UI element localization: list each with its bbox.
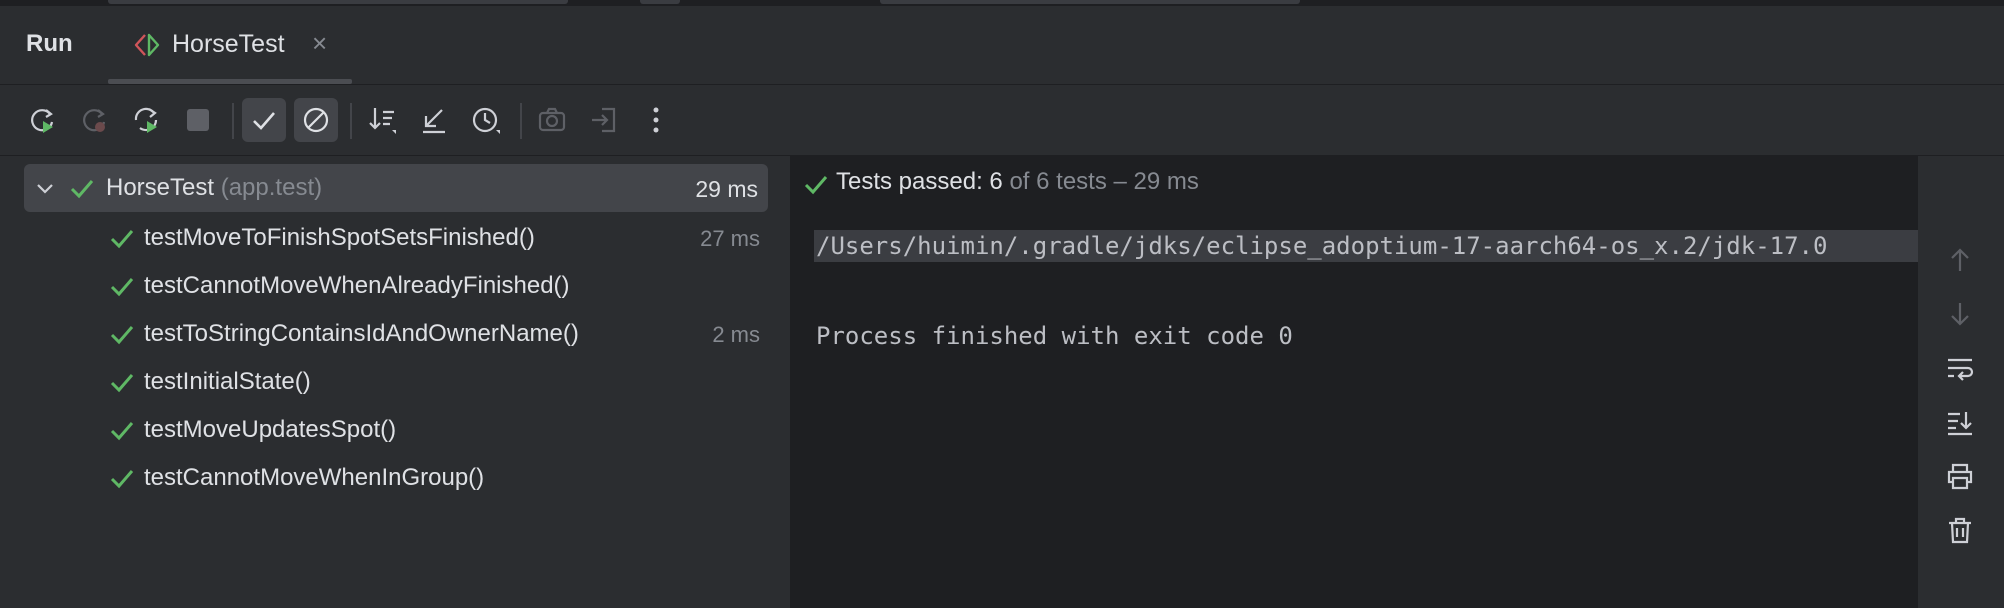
scroll-to-end-button[interactable] — [1936, 400, 1984, 444]
tab-title: HorseTest — [172, 30, 285, 58]
test-name: testMoveToFinishSpotSetsFinished() — [144, 224, 535, 251]
toggle-auto-test-button[interactable] — [124, 98, 168, 142]
console-toolbar — [1918, 156, 2004, 608]
console-line-exit[interactable]: Process finished with exit code 0 — [816, 322, 1293, 350]
test-status-bar: Tests passed: 6 of 6 tests – 29 ms — [792, 156, 2004, 214]
run-tool-window-header: Run HorseTest × — [0, 6, 2004, 85]
print-icon — [1947, 463, 1973, 490]
toolbar-separator — [520, 103, 522, 139]
test-name: testMoveUpdatesSpot() — [144, 416, 397, 443]
check-icon — [110, 470, 134, 489]
arrow-down-icon — [1951, 303, 1969, 326]
root-test-name: HorseTest (app.test) — [106, 174, 323, 201]
trash-icon — [1949, 517, 1971, 544]
camera-icon — [538, 107, 566, 132]
check-icon — [110, 374, 134, 393]
toolbar-separator — [350, 103, 352, 139]
history-icon — [472, 107, 500, 134]
run-config-icon — [134, 33, 160, 57]
test-duration: 2 ms — [712, 322, 760, 347]
soft-wrap-icon — [1948, 358, 1974, 381]
scroll-up-button[interactable] — [1936, 238, 1984, 282]
collapse-icon — [423, 109, 445, 134]
rerun-button[interactable] — [20, 98, 64, 142]
stop-icon — [187, 109, 209, 131]
sort-icon — [369, 108, 396, 134]
check-icon — [110, 326, 134, 345]
close-icon[interactable]: × — [312, 30, 327, 56]
toggle-auto-test-icon — [134, 107, 158, 133]
show-passed-toggle[interactable] — [242, 98, 286, 142]
check-icon — [70, 180, 94, 199]
console-line-command[interactable]: /Users/huimin/.gradle/jdks/eclipse_adopt… — [814, 230, 1972, 262]
rerun-failed-button[interactable] — [72, 98, 116, 142]
sort-button[interactable] — [360, 98, 404, 142]
import-icon — [592, 107, 616, 133]
check-icon — [110, 230, 134, 249]
test-name: testCannotMoveWhenInGroup() — [144, 464, 485, 491]
rerun-failed-icon — [83, 109, 106, 132]
check-icon — [110, 422, 134, 441]
arrow-up-icon — [1951, 248, 1969, 271]
check-icon — [804, 176, 828, 195]
run-panel-title: Run — [26, 30, 73, 57]
console-output[interactable]: Tests passed: 6 of 6 tests – 29 ms /User… — [792, 156, 2004, 608]
test-results-tree: HorseTest (app.test) 29 ms testMoveToFin… — [0, 156, 792, 608]
test-name: testToStringContainsIdAndOwnerName() — [144, 320, 579, 347]
tab-horsetest[interactable]: HorseTest × — [108, 6, 352, 84]
run-toolbar — [0, 85, 2004, 156]
export-snapshot-button[interactable] — [530, 98, 574, 142]
chevron-down-icon[interactable] — [34, 177, 56, 199]
tree-item-test-0[interactable]: testMoveToFinishSpotSetsFinished() 27 ms — [0, 214, 790, 262]
stop-button[interactable] — [176, 98, 220, 142]
tab-selected-indicator — [108, 79, 352, 84]
rerun-icon — [31, 109, 54, 133]
test-name: testCannotMoveWhenAlreadyFinished() — [144, 272, 570, 299]
tree-item-test-1[interactable]: testCannotMoveWhenAlreadyFinished() — [0, 262, 790, 310]
tree-item-test-4[interactable]: testMoveUpdatesSpot() — [0, 406, 790, 454]
clear-all-button[interactable] — [1936, 508, 1984, 552]
tree-item-test-5[interactable]: testCannotMoveWhenInGroup() — [0, 454, 790, 502]
print-button[interactable] — [1936, 454, 1984, 498]
show-ignored-toggle[interactable] — [294, 98, 338, 142]
scroll-down-button[interactable] — [1936, 292, 1984, 336]
scroll-to-end-icon — [1948, 412, 1972, 436]
toolbar-separator — [232, 103, 234, 139]
test-duration: 27 ms — [700, 226, 760, 251]
test-history-button[interactable] — [464, 98, 508, 142]
collapse-all-button[interactable] — [412, 98, 456, 142]
tree-item-test-2[interactable]: testToStringContainsIdAndOwnerName() 2 m… — [0, 310, 790, 358]
tree-item-test-3[interactable]: testInitialState() — [0, 358, 790, 406]
check-icon — [110, 278, 134, 297]
show-ignored-icon — [303, 107, 329, 133]
more-options-button[interactable] — [634, 98, 678, 142]
test-status-message: Tests passed: 6 of 6 tests – 29 ms — [836, 168, 1199, 195]
tree-root-horsetest[interactable]: HorseTest (app.test) 29 ms — [24, 164, 768, 212]
more-icon — [653, 107, 659, 133]
import-tests-button[interactable] — [582, 98, 626, 142]
test-name: testInitialState() — [144, 368, 311, 395]
soft-wrap-button[interactable] — [1936, 346, 1984, 390]
show-passed-icon — [253, 112, 275, 130]
root-test-duration: 29 ms — [695, 176, 758, 202]
